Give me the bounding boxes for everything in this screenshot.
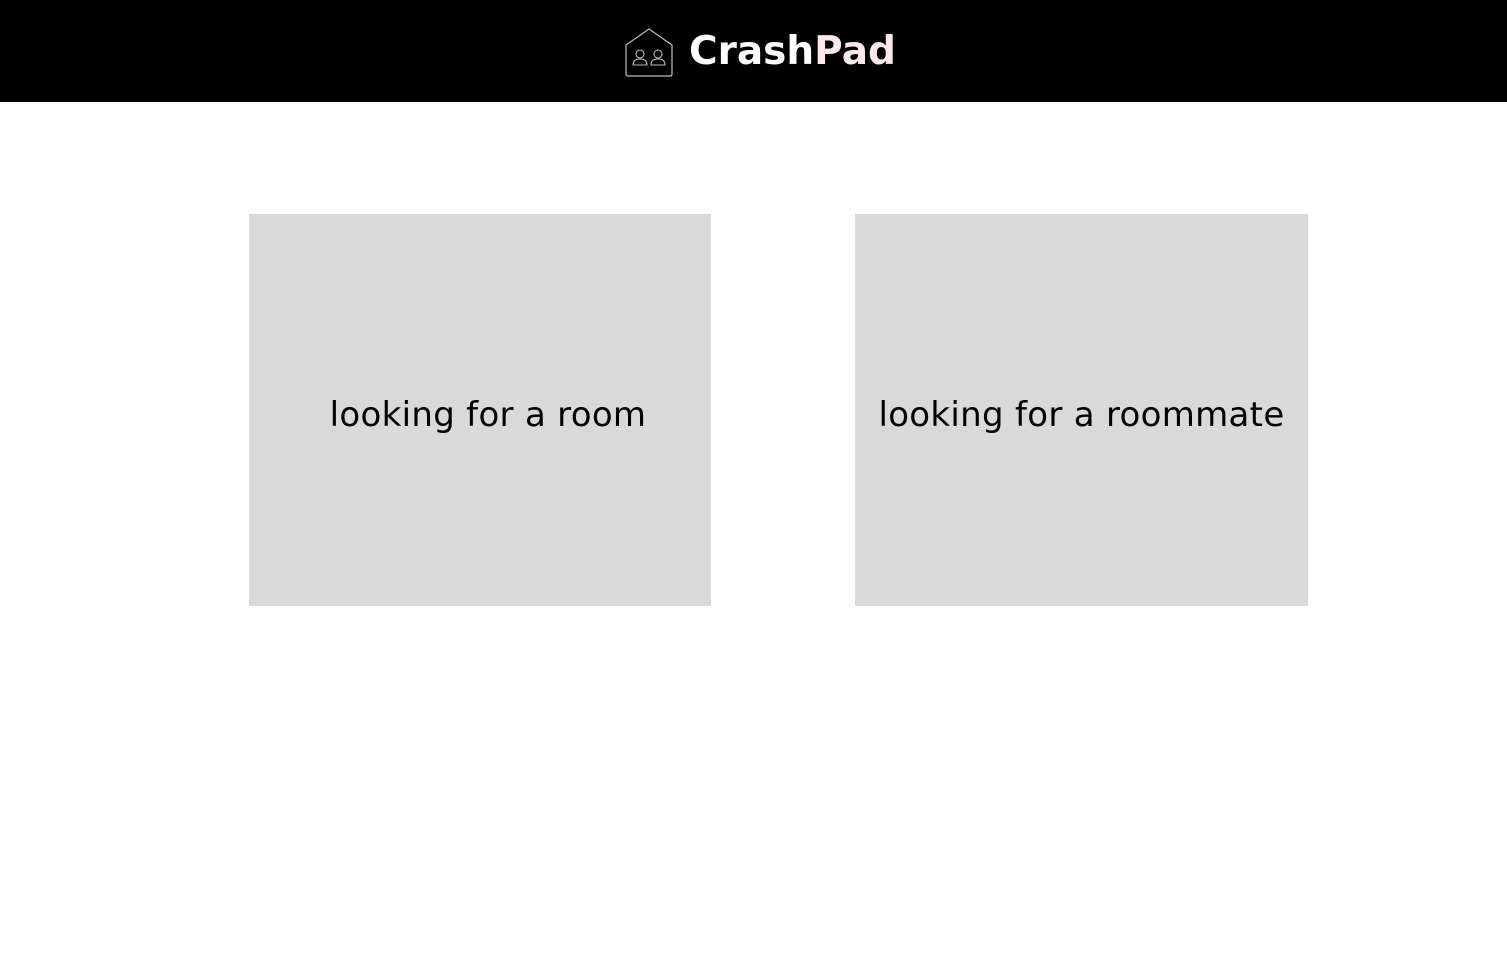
looking-for-room-label: looking for a room <box>329 395 647 435</box>
looking-for-roommate-label: looking for a roommate <box>878 395 1285 435</box>
house-with-two-people-icon[interactable] <box>623 27 675 79</box>
brand-name[interactable]: CrashPad <box>689 26 896 78</box>
top-nav-bar: CrashPad <box>0 0 1507 102</box>
looking-for-roommate-card[interactable]: looking for a roommate <box>855 214 1308 606</box>
looking-for-room-card[interactable]: looking for a room <box>249 214 711 606</box>
brand-name-suffix: Pad <box>814 29 896 74</box>
brand-name-prefix: Crash <box>689 29 815 74</box>
